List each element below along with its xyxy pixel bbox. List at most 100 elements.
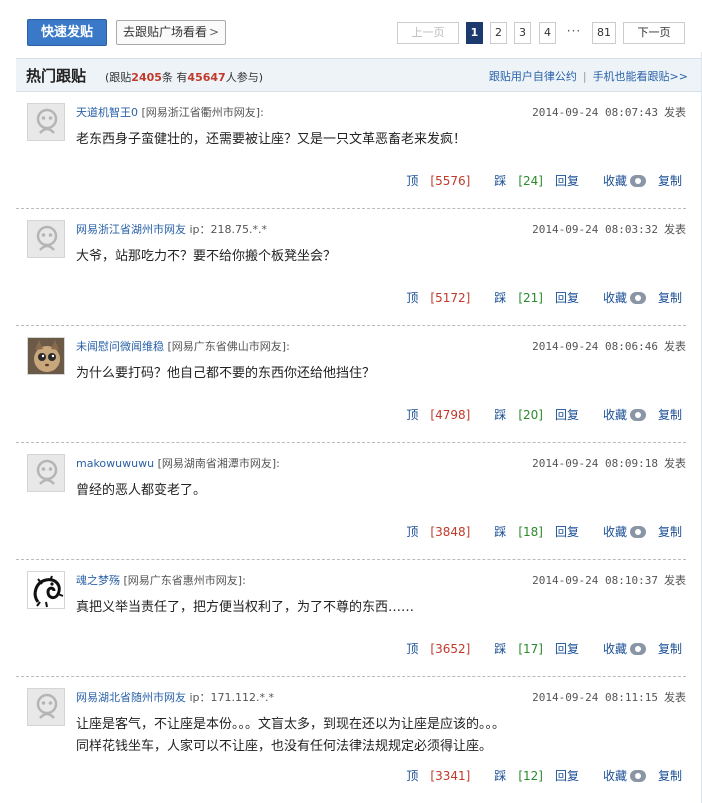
user-avatar[interactable] [27,454,65,492]
comment-content: 大爷，站那吃力不？要不给你搬个板凳坐会？ [76,246,676,268]
upvote-button[interactable]: 顶 [3848] [394,525,470,539]
downvote-button[interactable]: 踩 [21] [482,291,543,305]
comment-timestamp: 2014-09-24 08:07:43 发表 [532,104,686,120]
upvote-count: [3341] [430,769,471,783]
comment-content: 真把义举当责任了，把方便当权利了，为了不尊的东西…… [76,597,676,619]
reply-button[interactable]: 回复 [555,291,579,305]
favorite-label: 收藏 [602,769,627,783]
author-name[interactable]: 网易浙江省湖州市网友 [76,223,186,236]
favorite-label: 收藏 [602,525,627,539]
upvote-count: [3652] [430,642,471,656]
user-avatar[interactable] [27,571,65,609]
user-avatar[interactable] [27,688,65,726]
comment-actions: 顶 [5576] 踩 [24] 回复 收藏 复制 [382,172,682,189]
comment-item: 魂之梦殇 [网易广东省惠州市网友]: 2014-09-24 08:10:37 发表… [16,560,686,677]
reply-button[interactable]: 回复 [555,769,579,783]
page-button-4[interactable]: 4 [539,22,556,44]
favorite-button[interactable]: 收藏 [591,291,646,305]
upvote-label: 顶 [406,525,419,539]
comment-actions: 顶 [5172] 踩 [21] 回复 收藏 复制 [382,289,682,306]
author-location: [网易浙江省衢州市网友]: [141,106,264,119]
favorite-button[interactable]: 收藏 [591,525,646,539]
author-location: [网易广东省惠州市网友]: [123,574,246,587]
participant-count: 45647 [187,71,226,84]
favorite-bubble-icon [629,175,646,187]
author-ip: ip：171.112.*.* [189,691,275,704]
author-name[interactable]: 未闻慰问微闻维稳 [76,340,164,353]
favorite-label: 收藏 [602,642,627,656]
downvote-label: 踩 [494,291,507,305]
copy-button[interactable]: 复制 [658,642,682,656]
favorite-button[interactable]: 收藏 [591,174,646,188]
downvote-count: [17] [518,642,543,656]
comment-timestamp: 2014-09-24 08:09:18 发表 [532,455,686,471]
comment-actions: 顶 [3341] 踩 [12] 回复 收藏 复制 [382,767,682,784]
copy-button[interactable]: 复制 [658,408,682,422]
author-name[interactable]: 网易湖北省随州市网友 [76,691,186,704]
copy-button[interactable]: 复制 [658,174,682,188]
downvote-button[interactable]: 踩 [18] [482,525,543,539]
favorite-button[interactable]: 收藏 [591,769,646,783]
timestamp-value: 2014-09-24 08:11:15 [532,691,658,704]
timestamp-value: 2014-09-24 08:09:18 [532,457,658,470]
favorite-button[interactable]: 收藏 [591,408,646,422]
comment-actions: 顶 [4798] 踩 [20] 回复 收藏 复制 [382,406,682,423]
comment-content: 曾经的恶人都变老了。 [76,480,676,502]
upvote-button[interactable]: 顶 [4798] [394,408,470,422]
favorite-bubble-icon [629,770,646,782]
downvote-button[interactable]: 踩 [20] [482,408,543,422]
section-title: 热门跟贴 [26,67,87,85]
prev-page-button[interactable]: 上一页 [397,22,459,44]
upvote-count: [5576] [430,174,471,188]
copy-button[interactable]: 复制 [658,291,682,305]
page-button-last[interactable]: 81 [592,22,616,44]
downvote-button[interactable]: 踩 [12] [482,769,543,783]
comment-timestamp: 2014-09-24 08:03:32 发表 [532,221,686,237]
favorite-button[interactable]: 收藏 [591,642,646,656]
upvote-button[interactable]: 顶 [5172] [394,291,470,305]
upvote-label: 顶 [406,291,419,305]
timestamp-action: 发表 [664,223,686,236]
convention-link[interactable]: 跟贴用户自律公约 [489,70,577,83]
user-avatar[interactable] [27,220,65,258]
upvote-button[interactable]: 顶 [5576] [394,174,470,188]
mobile-link[interactable]: 手机也能看跟贴>> [593,70,688,83]
reply-button[interactable]: 回复 [555,642,579,656]
pagination: 上一页 1 2 3 4 ··· 81 下一页 [0,22,702,44]
author-name[interactable]: makowuwuwu [76,457,154,470]
author-ip: ip：218.75.*.* [189,223,268,236]
upvote-button[interactable]: 顶 [3341] [394,769,470,783]
author-name[interactable]: 魂之梦殇 [76,574,120,587]
upvote-count: [5172] [430,291,471,305]
copy-button[interactable]: 复制 [658,525,682,539]
comment-item: 网易浙江省湖州市网友 ip：218.75.*.* 2014-09-24 08:03… [16,209,686,326]
copy-button[interactable]: 复制 [658,769,682,783]
post-count: 2405 [131,71,162,84]
page-button-1[interactable]: 1 [466,22,483,44]
user-avatar[interactable] [27,337,65,375]
comment-author-line: 网易浙江省湖州市网友 ip：218.75.*.* [76,221,267,237]
header-links: 跟贴用户自律公约 | 手机也能看跟贴>> [489,68,688,84]
downvote-button[interactable]: 踩 [24] [482,174,543,188]
favorite-label: 收藏 [602,408,627,422]
comment-item: 天道机智王0 [网易浙江省衢州市网友]: 2014-09-24 08:07:43… [16,92,686,209]
page-button-3[interactable]: 3 [514,22,531,44]
reply-button[interactable]: 回复 [555,525,579,539]
downvote-label: 踩 [494,174,507,188]
comment-author-line: makowuwuwu [网易湖南省湘潭市网友]: [76,455,280,471]
downvote-count: [18] [518,525,543,539]
timestamp-action: 发表 [664,691,686,704]
reply-button[interactable]: 回复 [555,174,579,188]
comment-text-line: 曾经的恶人都变老了。 [76,483,207,498]
page-button-2[interactable]: 2 [490,22,507,44]
stats-suffix: 人参与) [225,71,263,84]
comment-content: 让座是客气，不让座是本份。。。文盲太多，到现在还以为让座是应该的。。。 同样花钱坐… [76,714,676,758]
comment-author-line: 魂之梦殇 [网易广东省惠州市网友]: [76,572,246,588]
comment-item: 未闻慰问微闻维稳 [网易广东省佛山市网友]: 2014-09-24 08:06:… [16,326,686,443]
next-page-button[interactable]: 下一页 [623,22,685,44]
user-avatar[interactable] [27,103,65,141]
downvote-button[interactable]: 踩 [17] [482,642,543,656]
reply-button[interactable]: 回复 [555,408,579,422]
upvote-button[interactable]: 顶 [3652] [394,642,470,656]
author-name[interactable]: 天道机智王0 [76,106,138,119]
